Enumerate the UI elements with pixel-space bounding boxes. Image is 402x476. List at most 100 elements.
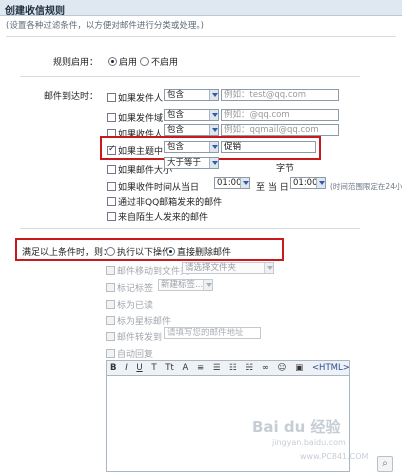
cond-sender-label: 如果发件人 <box>118 94 164 104</box>
chevron-down-icon <box>316 178 325 188</box>
chevron-down-icon <box>209 142 218 152</box>
underline-button[interactable]: U <box>136 363 142 373</box>
watermark-site: www.PC841.COM <box>300 452 369 461</box>
conditions-label: 邮件到达时： <box>43 92 98 102</box>
editor-toolbar: B I U T Tt A ≡ ☰ ☷ ☵ ∞ ☺ ▣ <HTML> <box>106 360 350 376</box>
cond-size[interactable]: 如果邮件大小 <box>107 163 172 176</box>
cond-sender-op-value: 包含 <box>167 90 185 100</box>
checkbox-icon[interactable] <box>107 165 116 174</box>
cond-size-op-value: 大于等于 <box>167 158 202 168</box>
checkbox-checked-icon[interactable] <box>107 144 116 155</box>
cond-sender-domain-label: 如果发件域 <box>118 114 164 124</box>
cond-time-note: (时间范围限定在24小时内) <box>330 182 402 191</box>
cond-not-qq-label: 通过非QQ邮箱发来的邮件 <box>118 198 223 208</box>
cond-subject[interactable]: 如果主题中 <box>107 144 163 157</box>
divider <box>20 228 360 229</box>
cond-sender-input[interactable]: 例如：test@qq.com <box>221 89 339 101</box>
radio-on-icon[interactable] <box>166 247 175 256</box>
action-auto-reply-label: 自动回复 <box>117 350 154 360</box>
action-move-label: 邮件移动到文件夹 <box>117 267 190 277</box>
action-execute[interactable]: 执行以下操作 <box>106 245 171 258</box>
checkbox-icon[interactable] <box>107 212 116 221</box>
cond-sender-op[interactable]: 包含 <box>164 89 219 101</box>
cond-recipient-op[interactable]: 包含 <box>164 124 219 136</box>
action-forward-input[interactable]: 请填写您的邮件地址 <box>164 327 261 339</box>
cond-size-unit: 字节 <box>276 164 295 174</box>
cond-time[interactable]: 如果收件时间从当日 <box>107 180 199 193</box>
cond-subject-input[interactable]: 促销 <box>221 141 316 153</box>
action-delete[interactable]: 直接删除邮件 <box>166 245 231 258</box>
zoom-icon[interactable]: ⌕ <box>377 456 393 472</box>
cond-time-label: 如果收件时间从当日 <box>118 183 200 193</box>
cond-not-qq[interactable]: 通过非QQ邮箱发来的邮件 <box>107 195 222 208</box>
radio-off-icon[interactable] <box>140 57 149 66</box>
font-icon[interactable]: T <box>151 363 156 373</box>
rule-enable-off-label: 不启用 <box>151 58 179 68</box>
rule-enable-on-label: 启用 <box>119 58 138 68</box>
cond-recipient-input[interactable]: 例如：qqmail@qq.com <box>221 124 339 136</box>
indent-icon[interactable]: ☵ <box>246 363 254 373</box>
action-mark-star[interactable]: 标为星标邮件 <box>106 314 171 327</box>
radio-on-icon[interactable] <box>108 57 117 66</box>
font-size-icon[interactable]: Tt <box>165 363 174 373</box>
action-execute-label: 执行以下操作 <box>117 248 172 258</box>
divider <box>20 76 360 77</box>
watermark-brand: Bai du 经验 <box>252 418 341 436</box>
action-move[interactable]: 邮件移动到文件夹 <box>106 264 189 277</box>
radio-off-icon[interactable] <box>106 247 115 256</box>
cond-subject-op-value: 包含 <box>167 142 185 152</box>
checkbox-icon[interactable] <box>106 266 115 275</box>
action-tag-select[interactable]: 新建标签... <box>158 279 213 291</box>
align-icon[interactable]: ≡ <box>197 363 204 373</box>
rule-enable-off[interactable]: 不启用 <box>140 55 178 68</box>
checkbox-icon[interactable] <box>106 332 115 341</box>
cond-sender[interactable]: 如果发件人 <box>107 91 163 104</box>
cond-sender-domain-op[interactable]: 包含 <box>164 109 219 121</box>
emoji-icon[interactable]: ☺ <box>278 363 287 373</box>
chevron-down-icon <box>209 158 218 168</box>
cond-sender-domain-op-value: 包含 <box>167 110 185 120</box>
checkbox-icon[interactable] <box>106 316 115 325</box>
action-forward[interactable]: 邮件转发到 <box>106 330 162 343</box>
cond-unknown-label: 来自陌生人发来的邮件 <box>118 213 209 223</box>
cond-unknown[interactable]: 来自陌生人发来的邮件 <box>107 210 208 223</box>
cond-sender-domain[interactable]: 如果发件域 <box>107 111 163 124</box>
checkbox-icon[interactable] <box>107 197 116 206</box>
cond-time-from-value: 01:00 <box>217 178 242 188</box>
action-forward-label: 邮件转发到 <box>117 333 163 343</box>
cond-time-to-label: 至 当 日 <box>256 183 289 193</box>
checkbox-icon[interactable] <box>106 349 115 358</box>
cond-subject-label: 如果主题中 <box>118 147 164 157</box>
checkbox-icon[interactable] <box>107 113 116 122</box>
link-icon[interactable]: ∞ <box>262 363 269 373</box>
ordered-list-icon[interactable]: ☰ <box>213 363 221 373</box>
bold-button[interactable]: B <box>110 363 116 373</box>
unordered-list-icon[interactable]: ☷ <box>229 363 237 373</box>
cond-time-to[interactable]: 01:00 <box>290 177 326 189</box>
cond-sender-domain-input[interactable]: 例如：@qq.com <box>221 109 339 121</box>
rule-enable-on[interactable]: 启用 <box>108 55 137 68</box>
action-move-folder-select[interactable]: 请选择文件夹 <box>182 262 274 274</box>
italic-button[interactable]: I <box>125 363 128 373</box>
action-mark-read[interactable]: 标为已读 <box>106 298 153 311</box>
cond-subject-op[interactable]: 包含 <box>164 141 219 153</box>
checkbox-icon[interactable] <box>107 93 116 102</box>
action-tag[interactable]: 标记标签 <box>106 281 153 294</box>
chevron-down-icon <box>240 178 249 188</box>
image-icon[interactable]: ▣ <box>295 363 303 373</box>
chevron-down-icon <box>209 90 218 100</box>
checkbox-icon[interactable] <box>107 182 116 191</box>
action-delete-label: 直接删除邮件 <box>177 248 232 258</box>
page-description: (设置各种过滤条件，以方便对邮件进行分类或处理。) <box>6 21 204 31</box>
action-move-folder-value: 请选择文件夹 <box>185 263 237 273</box>
html-toggle-button[interactable]: <HTML> <box>312 363 350 373</box>
page-title: 创建收信规则 <box>0 0 402 17</box>
checkbox-icon[interactable] <box>106 300 115 309</box>
action-auto-reply[interactable]: 自动回复 <box>106 347 153 360</box>
action-tag-label: 标记标签 <box>117 284 154 294</box>
checkbox-icon[interactable] <box>106 283 115 292</box>
cond-time-from[interactable]: 01:00 <box>214 177 250 189</box>
cond-size-op[interactable]: 大于等于 <box>164 157 219 169</box>
action-mark-read-label: 标为已读 <box>117 301 154 311</box>
font-color-icon[interactable]: A <box>182 363 188 373</box>
